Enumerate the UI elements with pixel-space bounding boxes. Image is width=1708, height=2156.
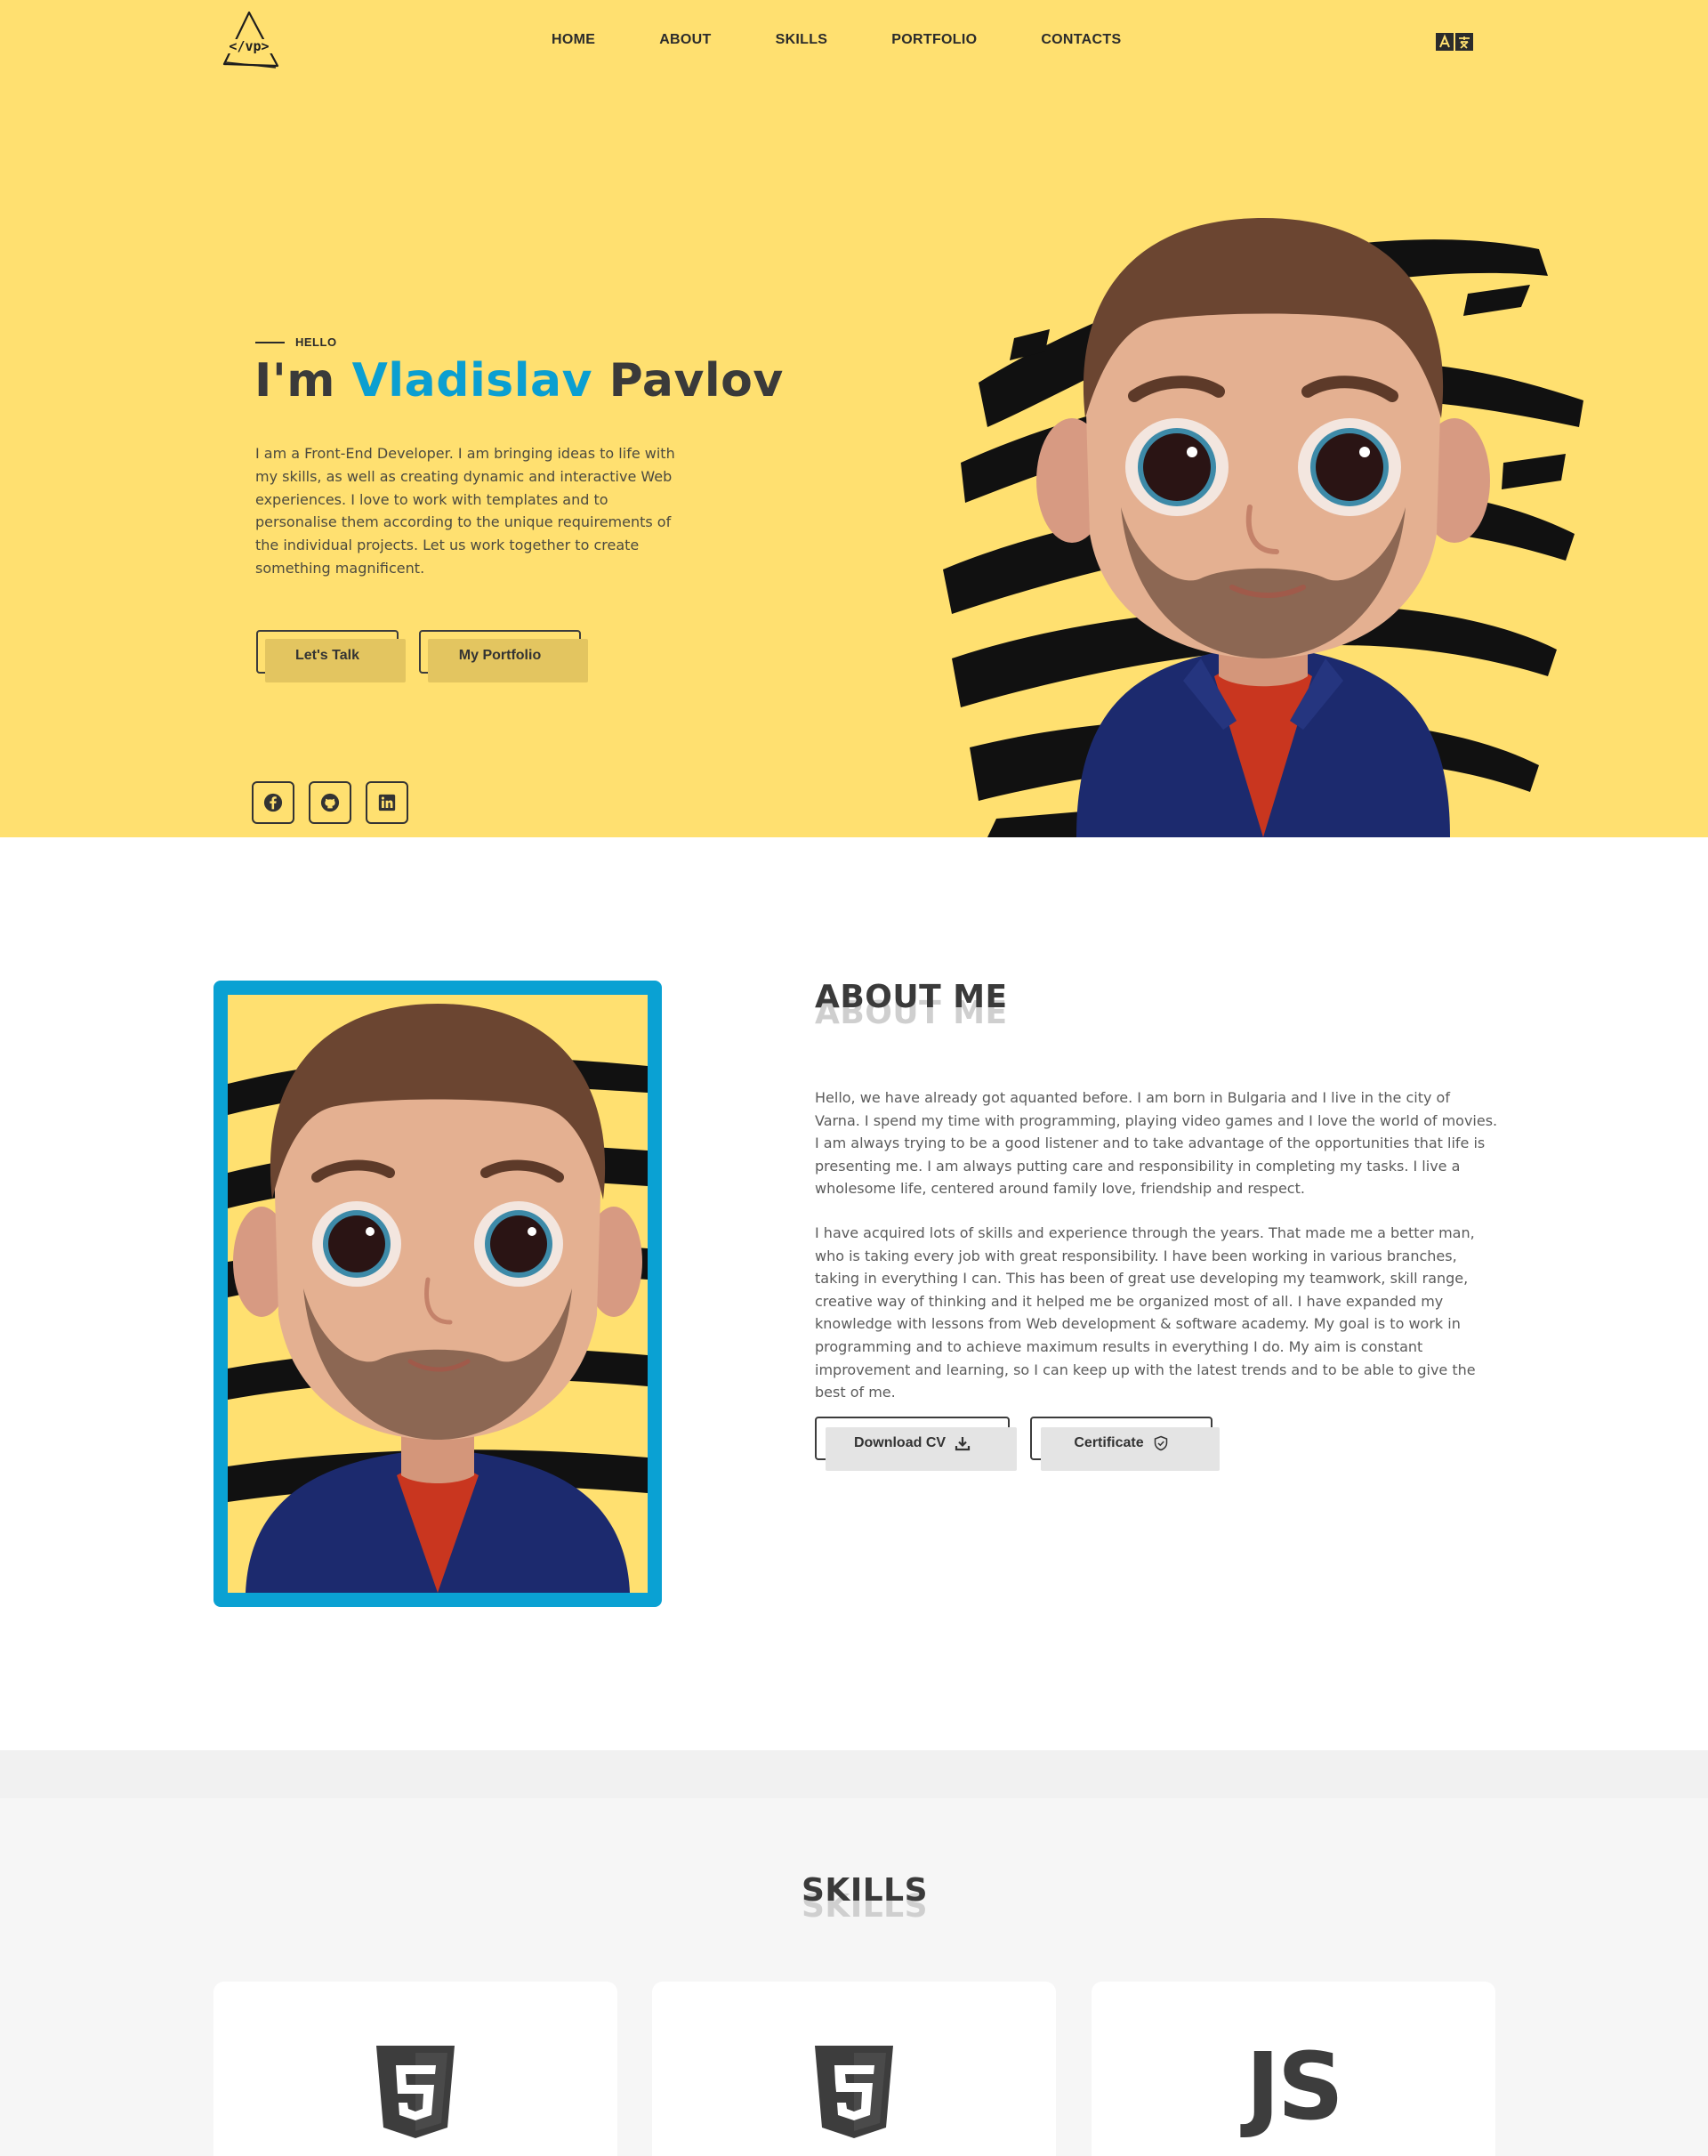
js-icon: JS [1245, 2032, 1344, 2141]
nav-contacts[interactable]: CONTACTS [1041, 32, 1121, 48]
linkedin-icon [378, 794, 396, 812]
translate-icon[interactable] [1436, 32, 1473, 52]
avatar-illustration [943, 218, 1583, 837]
eyebrow-label: HELLO [295, 335, 337, 349]
css3-icon [815, 2046, 893, 2138]
lets-talk-label: Let's Talk [265, 639, 406, 682]
about-title: ABOUT ME ABOUT ME [815, 979, 1011, 1041]
skills-top-band [0, 1750, 1708, 1798]
skill-card-js: JS [1092, 1982, 1495, 2156]
hero-intro: I am a Front-End Developer. I am bringin… [255, 445, 675, 577]
download-cv-inner: Download CV [826, 1427, 1017, 1471]
lets-talk-button[interactable]: Let's Talk [256, 630, 406, 682]
about-paragraph-1: Hello, we have already got aquanted befo… [815, 1089, 1498, 1198]
certificate-label: Certificate [1074, 1434, 1144, 1450]
about-title-text: ABOUT ME [815, 979, 1008, 1015]
download-cv-label: Download CV [853, 1434, 947, 1450]
nav-skills[interactable]: SKILLS [776, 32, 828, 48]
eyebrow-divider [255, 341, 285, 343]
certificate-button[interactable]: Certificate [1030, 1417, 1220, 1471]
nav-home[interactable]: HOME [552, 32, 595, 48]
hero-section: </vp> HOME ABOUT SKILLS PORTFOLIO CONTAC… [0, 0, 1708, 837]
main-nav: HOME ABOUT SKILLS PORTFOLIO CONTACTS [552, 32, 1185, 48]
facebook-link[interactable] [252, 781, 302, 832]
nav-about[interactable]: ABOUT [659, 32, 711, 48]
github-icon [320, 793, 340, 812]
hero-headline: I'm Vladislav Pavlov [254, 354, 784, 408]
svg-text:</vp>: </vp> [229, 38, 269, 54]
certificate-inner: Certificate [1041, 1427, 1220, 1471]
headline-suffix: Pavlov [592, 354, 784, 408]
my-portfolio-label: My Portfolio [428, 639, 588, 682]
nav-portfolio[interactable]: PORTFOLIO [891, 32, 977, 48]
shield-check-icon [1154, 1435, 1167, 1450]
about-photo-frame [214, 981, 662, 1607]
skill-card-html [214, 1982, 617, 2156]
skills-title-text: SKILLS [802, 1872, 929, 1909]
site-logo[interactable]: </vp> [214, 7, 286, 71]
headline-prefix: I'm [254, 354, 352, 408]
download-cv-button[interactable]: Download CV [815, 1417, 1017, 1471]
about-paragraph-2: I have acquired lots of skills and exper… [815, 1224, 1476, 1401]
my-portfolio-button[interactable]: My Portfolio [419, 630, 588, 682]
linkedin-link[interactable] [366, 781, 415, 832]
download-icon [955, 1436, 971, 1450]
facebook-icon [263, 793, 283, 812]
skill-card-css [652, 1982, 1056, 2156]
avatar-portrait [228, 1004, 648, 1593]
skills-title: SKILLS SKILLS [802, 1872, 929, 1934]
html5-icon [376, 2046, 455, 2138]
hello-eyebrow: HELLO [255, 335, 337, 349]
github-link[interactable] [309, 781, 359, 832]
about-photo [228, 995, 648, 1593]
headline-accent: Vladislav [351, 354, 593, 408]
